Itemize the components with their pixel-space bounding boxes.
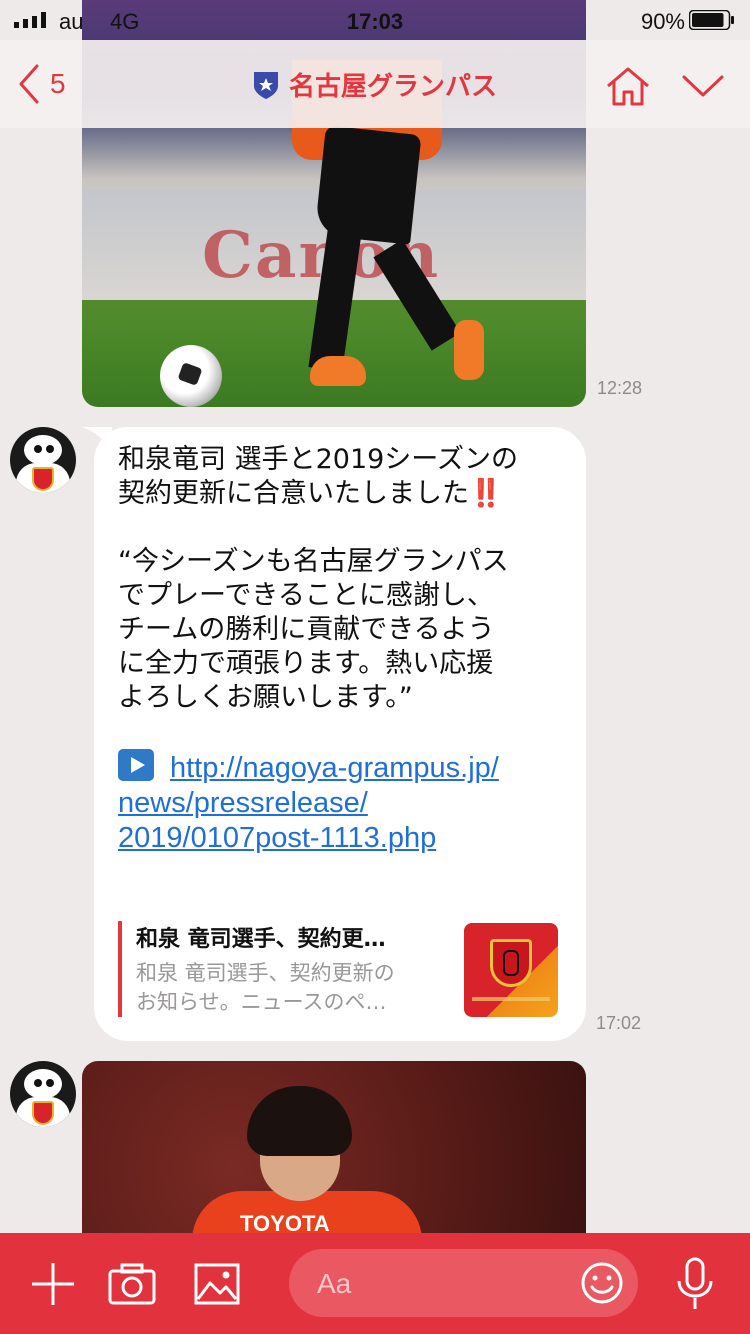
- message-link[interactable]: http://nagoya-grampus.jp/: [170, 752, 499, 784]
- camera-icon: [108, 1263, 156, 1305]
- soccer-ball: [160, 345, 222, 407]
- play-icon: [118, 749, 154, 781]
- preview-description-line: 和泉 竜司選手、契約更新の: [136, 961, 395, 985]
- message-text: 和泉竜司 選手と2019シーズンの 契約更新に合意いたしました‼️ “今シーズン…: [118, 443, 568, 856]
- player-hair: [247, 1086, 352, 1156]
- message-line: チームの勝利に貢献できるよう: [118, 614, 495, 645]
- avatar-face: [24, 1069, 62, 1099]
- message-input-placeholder: Aa: [317, 1268, 352, 1299]
- avatar-eye: [46, 445, 54, 453]
- message-line: でプレーできることに感謝し、: [118, 580, 494, 611]
- plus-button[interactable]: [30, 1261, 76, 1311]
- camera-button[interactable]: [108, 1263, 156, 1309]
- message-input[interactable]: Aa: [289, 1249, 638, 1317]
- microphone-icon: [677, 1257, 713, 1309]
- message-link[interactable]: news/pressrelease/: [118, 787, 368, 819]
- chevron-down-icon: [682, 75, 724, 97]
- preview-thumbnail: [464, 923, 558, 1017]
- shield-star-icon: [253, 71, 278, 99]
- home-icon: [607, 67, 649, 106]
- menu-toggle-button[interactable]: [682, 74, 724, 102]
- message-line: 契約更新に合意いたしました‼️: [118, 478, 503, 509]
- message-line: “今シーズンも名古屋グランパス: [118, 546, 509, 577]
- avatar[interactable]: [10, 427, 76, 493]
- crest-icon: [32, 467, 54, 491]
- input-toolbar: Aa: [0, 1233, 750, 1334]
- preview-title: 和泉 竜司選手、契約更…: [136, 927, 386, 952]
- message-line: よろしくお願いします。”: [118, 682, 413, 713]
- crest-icon: [490, 939, 532, 987]
- status-time: 17:03: [346, 9, 404, 34]
- home-button[interactable]: [606, 66, 650, 110]
- image-button[interactable]: [194, 1263, 240, 1309]
- player-boot: [454, 320, 484, 380]
- preview-accent-bar: [118, 921, 122, 1017]
- message-line: に全力で頑張ります。熱い応援: [118, 648, 494, 679]
- message-photo[interactable]: TOYOTA: [82, 1061, 586, 1241]
- message-link[interactable]: 2019/0107post-1113.php: [118, 822, 436, 854]
- bubble-tail: [82, 427, 112, 451]
- chat-title-text: 名古屋グランパス: [288, 72, 497, 102]
- player-shorts: [314, 125, 422, 245]
- message-bubble[interactable]: 和泉竜司 選手と2019シーズンの 契約更新に合意いたしました‼️ “今シーズン…: [82, 427, 586, 1041]
- avatar[interactable]: [10, 1061, 76, 1127]
- avatar-face: [24, 435, 62, 465]
- message-line: 和泉竜司 選手と2019シーズンの: [118, 444, 518, 475]
- image-icon: [194, 1263, 240, 1305]
- battery-icon: [689, 10, 734, 30]
- link-preview[interactable]: 和泉 竜司選手、契約更… 和泉 竜司選手、契約更新の お知らせ。ニュースのペ…: [118, 921, 560, 1017]
- microphone-button[interactable]: [676, 1257, 714, 1315]
- avatar-eye: [34, 1079, 42, 1087]
- emoji-button[interactable]: [580, 1261, 624, 1309]
- chat-header: 5 名古屋グランパス: [0, 40, 750, 128]
- preview-description-line: お知らせ。ニュースのペ…: [136, 990, 387, 1014]
- message-time: 12:28: [597, 378, 643, 398]
- crest-icon: [32, 1101, 54, 1125]
- avatar-eye: [46, 1079, 54, 1087]
- plus-icon: [32, 1263, 74, 1305]
- battery-percent: 90%: [640, 9, 685, 34]
- emoji-icon: [581, 1262, 623, 1304]
- battery-fill: [692, 13, 724, 27]
- preview-description: 和泉 竜司選手、契約更新の お知らせ。ニュースのペ…: [136, 959, 436, 1017]
- player-boot: [310, 356, 366, 386]
- thumbnail-stripe: [472, 997, 550, 1001]
- status-bar: au 4G 17:03 90%: [0, 0, 750, 40]
- avatar-eye: [34, 445, 42, 453]
- message-time: 17:02: [596, 1013, 642, 1033]
